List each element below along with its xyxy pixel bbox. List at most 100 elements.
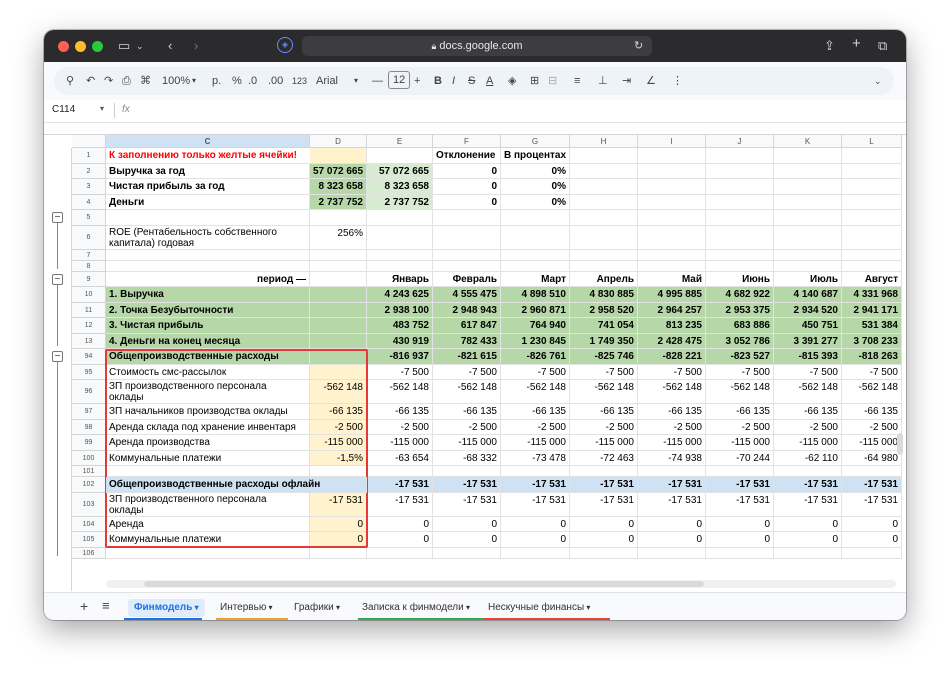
value-cell[interactable] — [774, 194, 842, 210]
decrease-decimal-button[interactable]: .0 — [248, 73, 257, 89]
row-label-cell[interactable]: К заполнению только желтые ячейки! — [106, 148, 367, 164]
column-header-g[interactable]: G — [501, 135, 570, 148]
formula-input[interactable] — [144, 102, 884, 119]
value-cell[interactable]: 450 751 — [774, 318, 842, 334]
row-header[interactable]: 105 — [72, 532, 106, 548]
value-cell[interactable]: 0 — [433, 163, 501, 179]
value-cell[interactable]: Февраль — [433, 271, 501, 287]
row-header[interactable]: 12 — [72, 318, 106, 334]
value-cell[interactable]: 2 737 752 — [367, 194, 433, 210]
value-cell[interactable]: -17 531 — [842, 477, 902, 493]
value-cell[interactable]: -17 531 — [706, 492, 774, 517]
value-cell[interactable]: -2 500 — [433, 419, 501, 435]
value-cell[interactable] — [501, 466, 570, 477]
row-header[interactable]: 8 — [72, 260, 106, 272]
row-header[interactable]: 3 — [72, 179, 106, 195]
value-cell[interactable]: -115 000 — [774, 435, 842, 451]
column-header-h[interactable]: H — [570, 135, 638, 148]
value-cell[interactable]: Август — [842, 271, 902, 287]
value-cell[interactable]: 256% — [310, 225, 367, 250]
value-cell[interactable]: -17 531 — [501, 492, 570, 517]
value-cell[interactable] — [706, 249, 774, 261]
value-cell[interactable]: -66 135 — [638, 404, 706, 420]
value-cell[interactable]: 2 964 257 — [638, 302, 706, 318]
value-cell[interactable]: 2 938 100 — [367, 302, 433, 318]
value-cell[interactable] — [774, 466, 842, 477]
value-cell[interactable]: 430 919 — [367, 333, 433, 349]
value-cell[interactable] — [570, 210, 638, 226]
value-cell[interactable]: 0 — [774, 532, 842, 548]
value-cell[interactable] — [367, 249, 433, 261]
value-cell[interactable]: -66 135 — [842, 404, 902, 420]
value-cell[interactable] — [310, 318, 367, 334]
row-label-cell[interactable]: 1. Выручка — [106, 287, 310, 303]
select-all-corner[interactable] — [72, 135, 106, 148]
value-cell[interactable] — [310, 271, 367, 287]
new-tab-icon[interactable]: + — [852, 35, 861, 53]
sheet-tab[interactable]: Записка к финмодели ▾ — [362, 601, 470, 615]
value-cell[interactable]: 2 428 475 — [638, 333, 706, 349]
column-header-i[interactable]: I — [638, 135, 706, 148]
value-cell[interactable]: -2 500 — [367, 419, 433, 435]
value-cell[interactable] — [842, 260, 902, 272]
value-cell[interactable]: -115 000 — [638, 435, 706, 451]
value-cell[interactable]: -66 135 — [774, 404, 842, 420]
value-cell[interactable] — [501, 210, 570, 226]
value-cell[interactable] — [842, 148, 902, 164]
font-size-decrease[interactable]: — — [372, 73, 383, 89]
value-cell[interactable]: 683 886 — [706, 318, 774, 334]
value-cell[interactable] — [774, 179, 842, 195]
column-header-k[interactable]: K — [774, 135, 842, 148]
value-cell[interactable] — [774, 225, 842, 250]
value-cell[interactable]: -17 531 — [501, 477, 570, 493]
borders-icon[interactable]: ⊞ — [530, 73, 539, 89]
value-cell[interactable]: 0 — [638, 532, 706, 548]
value-cell[interactable] — [433, 225, 501, 250]
value-cell[interactable] — [501, 225, 570, 250]
value-cell[interactable]: -17 531 — [433, 492, 501, 517]
value-cell[interactable]: -70 244 — [706, 450, 774, 466]
value-cell[interactable]: -562 148 — [433, 380, 501, 404]
value-cell[interactable]: 4 331 968 — [842, 287, 902, 303]
row-label-cell[interactable]: Выручка за год — [106, 163, 310, 179]
fill-color-icon[interactable]: ◈ — [508, 73, 516, 89]
value-cell[interactable] — [310, 287, 367, 303]
currency-button[interactable]: р. — [212, 73, 221, 89]
value-cell[interactable] — [367, 148, 433, 164]
value-cell[interactable]: -825 746 — [570, 349, 638, 365]
zoom-select[interactable]: 100% — [162, 73, 190, 89]
add-sheet-icon[interactable]: + — [80, 598, 88, 614]
column-header-e[interactable]: E — [367, 135, 433, 148]
value-cell[interactable] — [638, 194, 706, 210]
value-cell[interactable]: -2 500 — [706, 419, 774, 435]
row-header[interactable]: 95 — [72, 364, 106, 380]
row-header[interactable]: 1 — [72, 148, 106, 164]
value-cell[interactable]: 3 052 786 — [706, 333, 774, 349]
column-header-f[interactable]: F — [433, 135, 501, 148]
value-cell[interactable]: 2 958 520 — [570, 302, 638, 318]
value-cell[interactable]: Март — [501, 271, 570, 287]
spreadsheet-grid[interactable]: C D E F G H I J K L − − − 1 К заполнению только желтые… — [44, 123, 906, 591]
value-cell[interactable]: 617 847 — [433, 318, 501, 334]
value-cell[interactable]: -17 531 — [706, 477, 774, 493]
bold-button[interactable]: B — [434, 73, 442, 89]
value-cell[interactable]: 0 — [842, 532, 902, 548]
row-label-cell[interactable]: Деньги — [106, 194, 310, 210]
value-cell[interactable]: -821 615 — [433, 349, 501, 365]
value-cell[interactable]: -64 980 — [842, 450, 902, 466]
value-cell[interactable]: 0 — [638, 516, 706, 532]
row-header[interactable]: 98 — [72, 419, 106, 435]
row-header[interactable]: 10 — [72, 287, 106, 303]
value-cell[interactable]: Январь — [367, 271, 433, 287]
value-cell[interactable]: 764 940 — [501, 318, 570, 334]
value-cell[interactable]: -826 761 — [501, 349, 570, 365]
value-cell[interactable]: -66 135 — [570, 404, 638, 420]
value-cell[interactable]: -63 654 — [367, 450, 433, 466]
value-cell[interactable] — [433, 210, 501, 226]
value-cell[interactable]: -66 135 — [433, 404, 501, 420]
value-cell[interactable] — [310, 210, 367, 226]
value-cell[interactable] — [638, 225, 706, 250]
value-cell[interactable]: -74 938 — [638, 450, 706, 466]
share-icon[interactable]: ⇪ — [824, 37, 835, 55]
value-cell[interactable]: Май — [638, 271, 706, 287]
